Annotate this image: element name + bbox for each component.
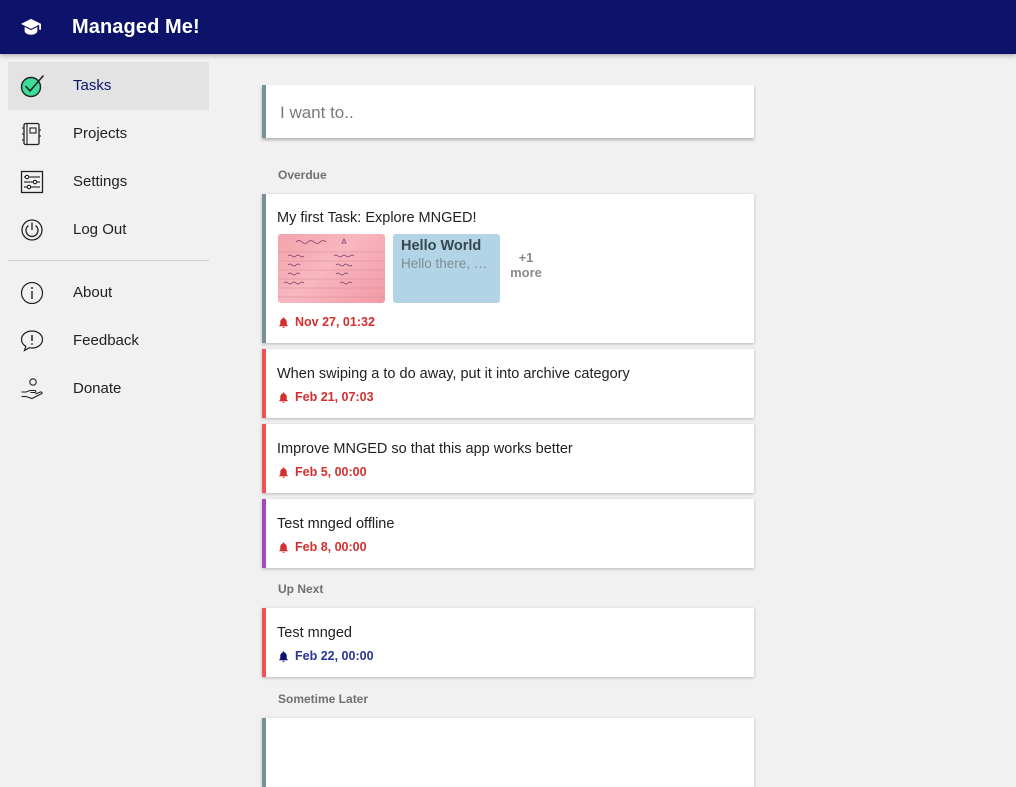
notebook-icon: [22, 122, 41, 146]
sidebar: Tasks Projects Settings Log Out About Fe…: [0, 54, 217, 728]
task-card[interactable]: Test mnged offline Feb 8, 00:00: [262, 499, 754, 568]
due-date: Feb 21, 07:03: [277, 390, 374, 404]
task-title: My first Task: Explore MNGED!: [277, 210, 477, 226]
task-card[interactable]: Improve MNGED so that this app works bet…: [262, 424, 754, 493]
task-title: Test mnged: [277, 625, 352, 641]
bell-icon: [279, 541, 288, 553]
task-title: Test mnged offline: [277, 516, 395, 532]
section-header-sometime-later: Sometime Later: [278, 692, 369, 706]
sidebar-item-feedback[interactable]: Feedback: [8, 317, 209, 365]
bell-icon: [279, 316, 288, 328]
due-date-text: Feb 21, 07:03: [295, 390, 374, 404]
donate-hand-icon: [21, 378, 43, 400]
sidebar-item-settings[interactable]: Settings: [8, 158, 209, 206]
task-card[interactable]: When swiping a to do away, put it into a…: [262, 349, 754, 418]
task-card[interactable]: Test mnged Feb 22, 00:00: [262, 608, 754, 677]
task-card[interactable]: My first Task: Explore MNGED! Hello Worl…: [262, 194, 754, 343]
sidebar-item-label: Projects: [73, 125, 128, 142]
app-title: Managed Me!: [72, 16, 200, 38]
sidebar-item-label: Feedback: [73, 332, 139, 349]
section-header-overdue: Overdue: [278, 168, 327, 182]
info-icon: [20, 281, 44, 305]
sidebar-item-label: Donate: [73, 380, 122, 397]
sidebar-item-label: Settings: [73, 173, 128, 190]
note-preview: Hello there, …: [401, 256, 488, 271]
sidebar-item-about[interactable]: About: [8, 269, 209, 317]
sidebar-item-tasks[interactable]: Tasks: [8, 62, 209, 110]
more-count: +1: [518, 250, 534, 265]
sidebar-item-label: Tasks: [73, 77, 112, 94]
sidebar-item-label: About: [73, 284, 113, 301]
graduation-cap-icon[interactable]: [20, 17, 42, 37]
task-title: When swiping a to do away, put it into a…: [277, 366, 630, 382]
due-date: Feb 8, 00:00: [277, 540, 367, 554]
feedback-bubble-icon: [20, 330, 44, 352]
note-title: Hello World: [401, 238, 482, 254]
task-title: Improve MNGED so that this app works bet…: [277, 441, 573, 457]
due-date-text: Feb 5, 00:00: [295, 465, 367, 479]
quick-add-box: [262, 85, 754, 140]
sliders-icon: [20, 170, 44, 194]
due-date: Nov 27, 01:32: [277, 315, 375, 329]
app-bar: Managed Me!: [0, 0, 1016, 54]
sidebar-item-log-out[interactable]: Log Out: [8, 206, 209, 254]
image-attachment-thumbnail[interactable]: [278, 234, 385, 303]
task-card[interactable]: [262, 718, 754, 787]
due-date-text: Feb 22, 00:00: [295, 649, 374, 663]
bell-icon: [279, 391, 288, 403]
due-date-text: Nov 27, 01:32: [295, 315, 375, 329]
more-label: more: [510, 265, 542, 280]
power-icon: [21, 219, 43, 241]
handwritten-note-image: [278, 238, 385, 298]
more-attachments-button[interactable]: +1 more: [506, 250, 546, 280]
sidebar-item-donate[interactable]: Donate: [8, 365, 209, 413]
check-circle-icon: [20, 75, 44, 98]
note-attachment-thumbnail[interactable]: Hello World Hello there, …: [393, 234, 500, 303]
due-date: Feb 22, 00:00: [277, 649, 374, 663]
sidebar-divider: [8, 260, 209, 261]
section-header-up-next: Up Next: [278, 582, 324, 596]
due-date-text: Feb 8, 00:00: [295, 540, 367, 554]
due-date: Feb 5, 00:00: [277, 465, 367, 479]
quick-add-input[interactable]: [278, 85, 742, 140]
sidebar-item-label: Log Out: [73, 221, 127, 238]
bell-icon: [279, 466, 288, 478]
sidebar-item-projects[interactable]: Projects: [8, 110, 209, 158]
bell-icon: [279, 650, 288, 662]
